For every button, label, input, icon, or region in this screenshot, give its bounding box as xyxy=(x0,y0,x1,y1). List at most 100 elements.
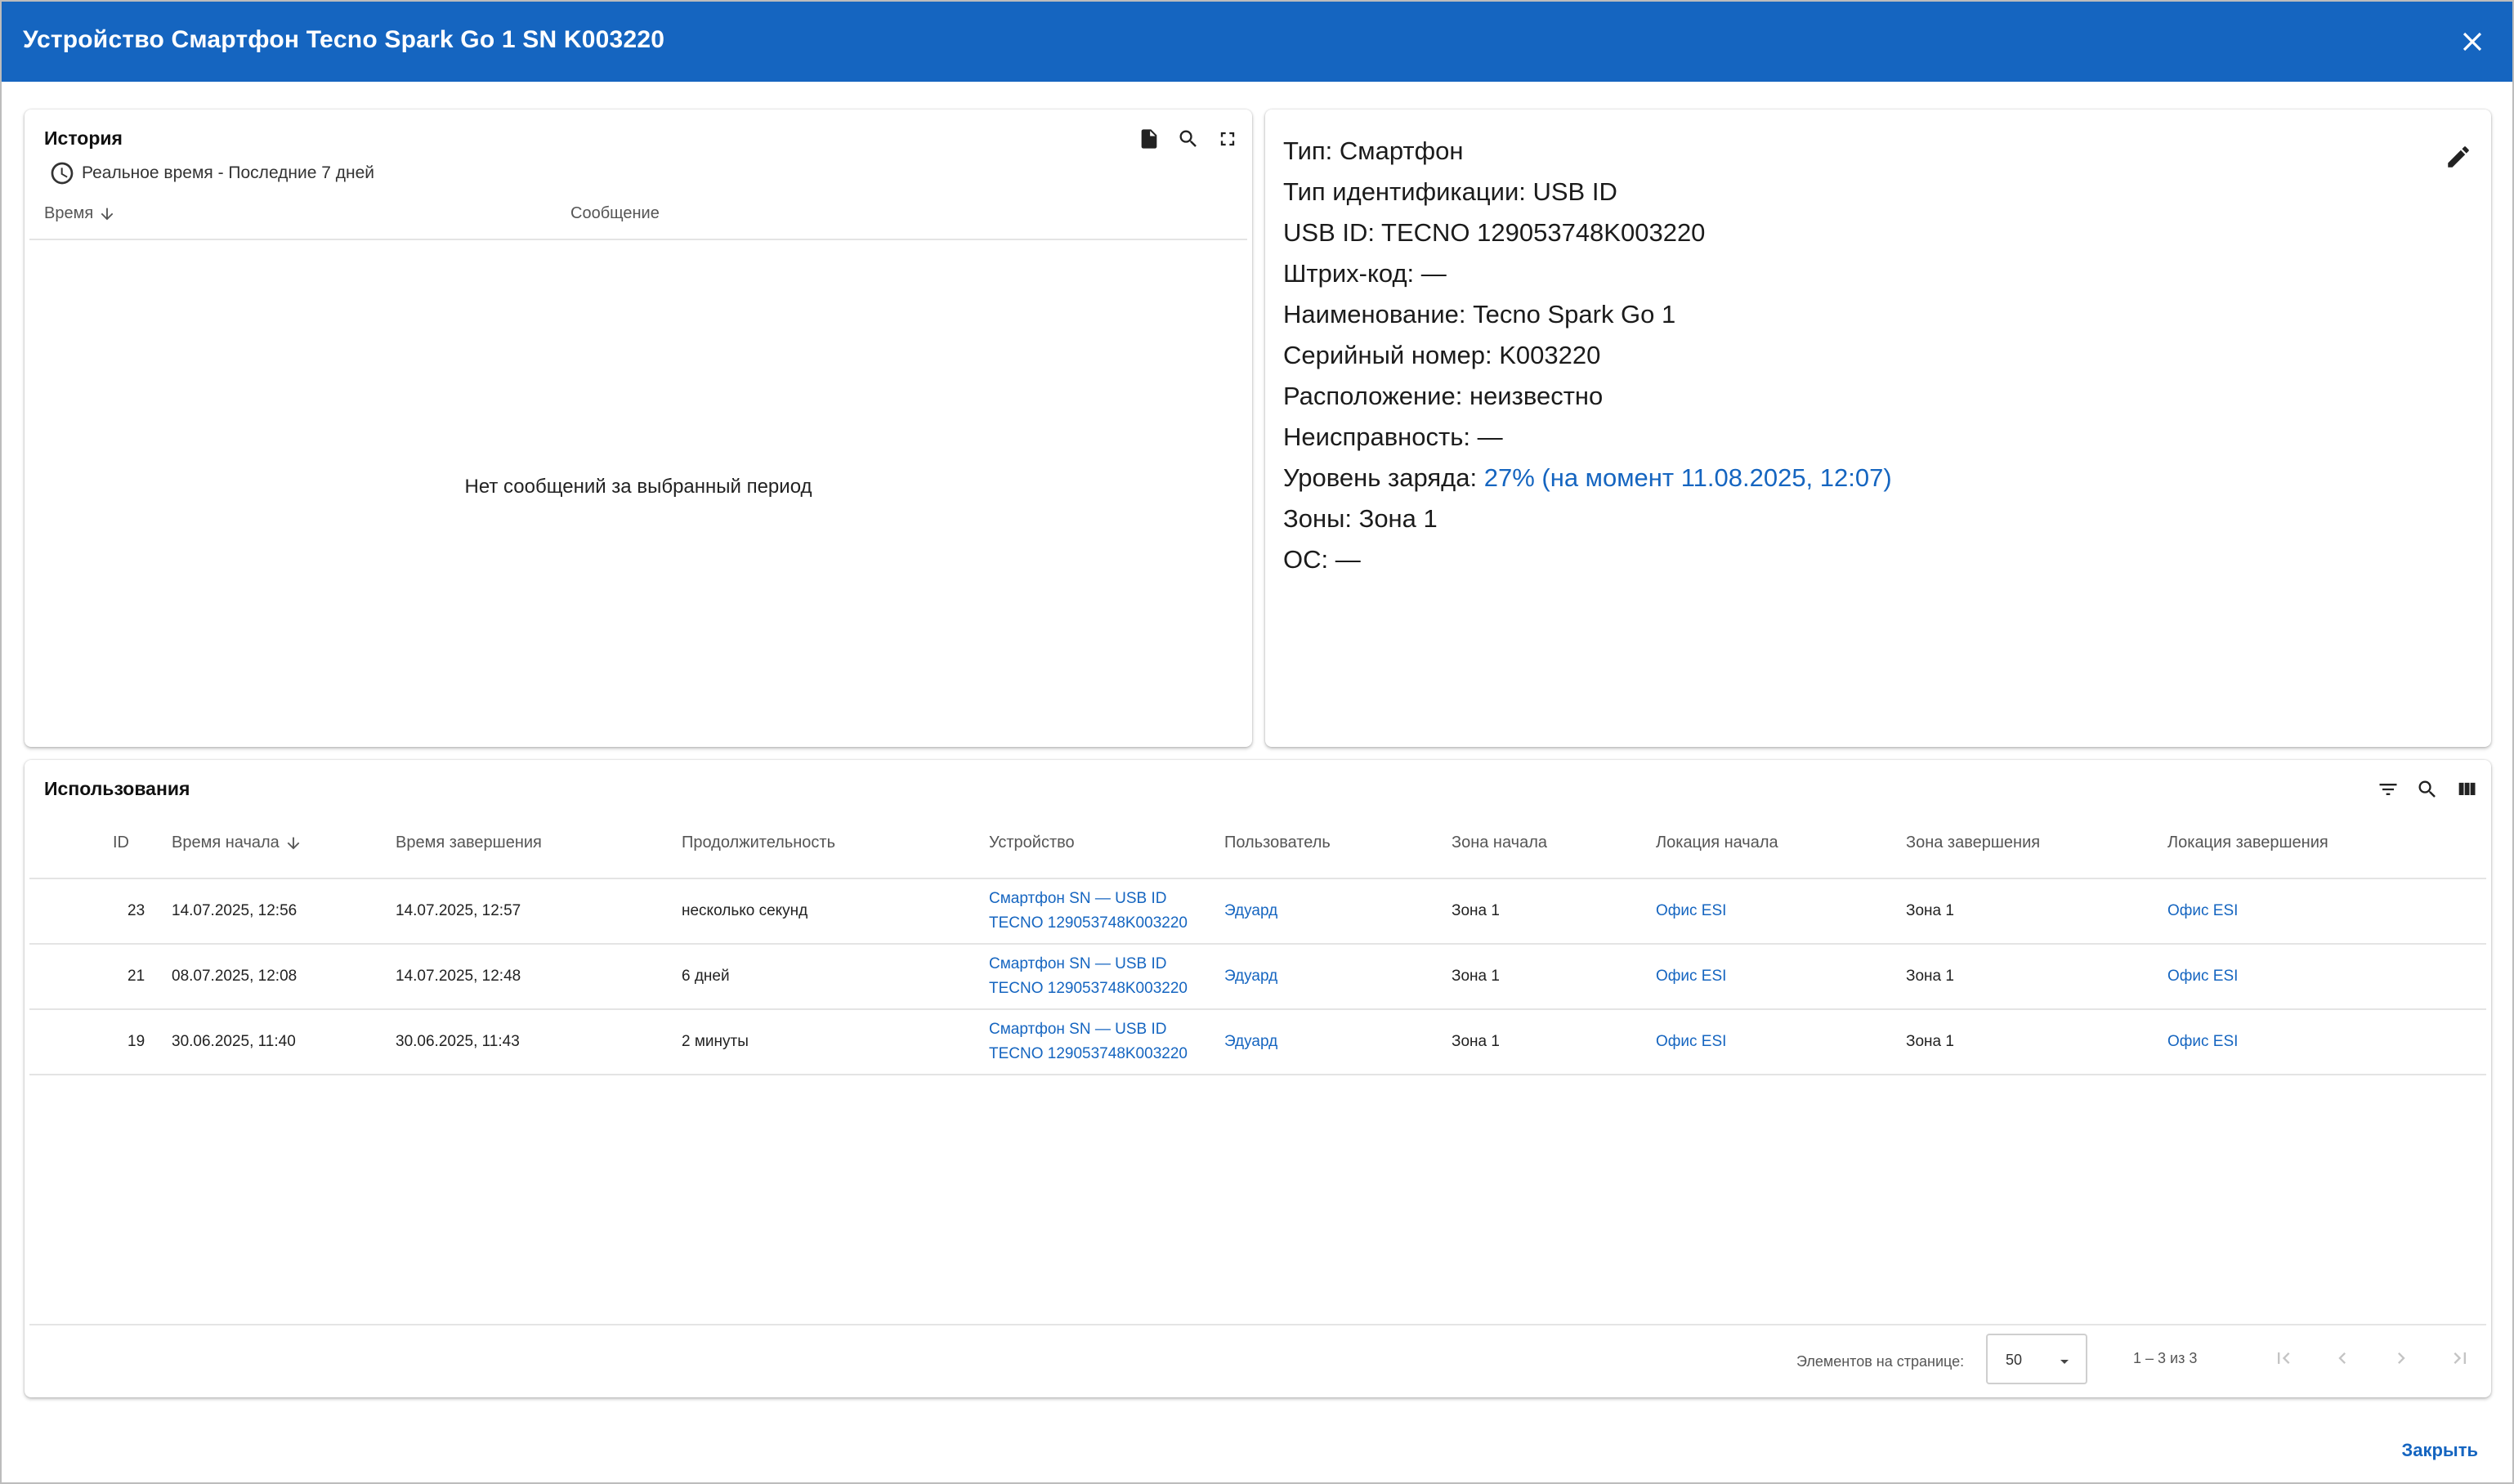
info-fault: Неисправность: — xyxy=(1283,422,1503,451)
cell-id: 23 xyxy=(127,902,145,919)
cell-id: 19 xyxy=(127,1033,145,1050)
usage-col-start-label: Время начала xyxy=(172,834,280,852)
history-period-label: Реальное время - Последние 7 дней xyxy=(82,163,375,182)
usage-col-zone-end[interactable]: Зона завершения xyxy=(1906,834,2040,852)
cell-duration: несколько секунд xyxy=(682,902,808,919)
info-battery: Уровень заряда: 27% (на момент 11.08.202… xyxy=(1283,458,1892,498)
history-card: История Реальное время - Последние 7 дне… xyxy=(25,110,1252,747)
device-info-card: Тип: Смартфон Тип идентификации: USB ID … xyxy=(1265,110,2491,747)
usage-col-location-start[interactable]: Локация начала xyxy=(1656,834,1778,852)
cell-user-link[interactable]: Эдуард xyxy=(1224,879,1277,943)
per-page-select[interactable]: 50 xyxy=(1986,1334,2087,1384)
info-zones: Зоны: Зона 1 xyxy=(1283,504,1438,533)
cell-location-start-link[interactable]: Офис ESI xyxy=(1656,879,1726,943)
usage-col-location-end-label: Локация завершения xyxy=(2167,834,2328,852)
first-page-icon[interactable] xyxy=(2269,1343,2298,1373)
usage-col-device[interactable]: Устройство xyxy=(989,834,1075,852)
cell-location-end-link[interactable]: Офис ESI xyxy=(2167,879,2238,943)
cell-device-link[interactable]: Смартфон SN — USB ID TECNO 129053748K003… xyxy=(989,945,1188,1008)
usage-col-zone-start[interactable]: Зона начала xyxy=(1452,834,1547,852)
cell-device-link[interactable]: Смартфон SN — USB ID TECNO 129053748K003… xyxy=(989,879,1188,943)
cell-device-line1: Смартфон SN — USB ID xyxy=(989,955,1167,972)
cell-zone-start: Зона 1 xyxy=(1452,968,1500,985)
edit-pencil-icon[interactable] xyxy=(2440,139,2476,175)
history-col-time[interactable]: Время xyxy=(44,204,116,223)
device-dialog: Устройство Смартфон Tecno Spark Go 1 SN … xyxy=(0,0,2514,1484)
cell-zone-start: Зона 1 xyxy=(1452,1033,1500,1050)
usage-col-duration[interactable]: Продолжительность xyxy=(682,834,835,852)
close-button[interactable]: Закрыть xyxy=(2401,1440,2478,1461)
cell-location-end-link[interactable]: Офис ESI xyxy=(2167,1010,2238,1074)
info-serial: Серийный номер: K003220 xyxy=(1283,341,1601,369)
close-icon[interactable] xyxy=(2457,26,2488,57)
usage-col-location-start-label: Локация начала xyxy=(1656,834,1778,852)
usage-title: Использования xyxy=(44,778,190,799)
cell-location-end-link[interactable]: Офис ESI xyxy=(2167,945,2238,1008)
dropdown-arrow-icon xyxy=(2060,1360,2069,1364)
info-id-type: Тип идентификации: USB ID xyxy=(1283,177,1617,206)
usage-col-duration-label: Продолжительность xyxy=(682,834,835,852)
usage-col-device-label: Устройство xyxy=(989,834,1075,852)
cell-zone-end: Зона 1 xyxy=(1906,902,1954,919)
cell-device-line2: TECNO 129053748K003220 xyxy=(989,980,1188,997)
next-page-icon[interactable] xyxy=(2387,1343,2416,1373)
divider xyxy=(29,1074,2486,1075)
cell-end: 14.07.2025, 12:48 xyxy=(396,968,521,985)
history-col-message[interactable]: Сообщение xyxy=(570,204,660,223)
previous-page-icon[interactable] xyxy=(2328,1343,2357,1373)
usage-col-location-end[interactable]: Локация завершения xyxy=(2167,834,2328,852)
export-document-icon[interactable] xyxy=(1134,124,1164,154)
cell-device-line1: Смартфон SN — USB ID xyxy=(989,1021,1167,1038)
per-page-value: 50 xyxy=(2006,1352,2023,1368)
usage-col-id[interactable]: ID xyxy=(113,834,129,852)
cell-location-start-link[interactable]: Офис ESI xyxy=(1656,1010,1726,1074)
page-range: 1 – 3 из 3 xyxy=(2133,1350,2198,1366)
usage-col-zone-start-label: Зона начала xyxy=(1452,834,1547,852)
info-usb-id: USB ID: TECNO 129053748K003220 xyxy=(1283,218,1706,247)
search-icon[interactable] xyxy=(2413,775,2442,804)
cell-duration: 6 дней xyxy=(682,968,730,985)
history-col-time-label: Время xyxy=(44,204,94,222)
cell-end: 30.06.2025, 11:43 xyxy=(396,1033,520,1050)
info-barcode: Штрих-код: — xyxy=(1283,259,1447,288)
pager-divider xyxy=(29,1324,2486,1325)
cell-device-line2: TECNO 129053748K003220 xyxy=(989,914,1188,932)
info-name: Наименование: Tecno Spark Go 1 xyxy=(1283,300,1676,329)
cell-location-start-link[interactable]: Офис ESI xyxy=(1656,945,1726,1008)
filter-icon[interactable] xyxy=(2373,775,2403,804)
search-icon[interactable] xyxy=(1174,124,1203,154)
usage-col-end[interactable]: Время завершения xyxy=(396,834,542,852)
cell-zone-end: Зона 1 xyxy=(1906,968,1954,985)
usage-col-user[interactable]: Пользователь xyxy=(1224,834,1331,852)
last-page-icon[interactable] xyxy=(2445,1343,2475,1373)
info-location: Расположение: неизвестно xyxy=(1283,382,1604,410)
columns-icon[interactable] xyxy=(2452,775,2481,804)
table-row[interactable]: 19 30.06.2025, 11:40 30.06.2025, 11:43 2… xyxy=(29,1010,2486,1074)
cell-start: 30.06.2025, 11:40 xyxy=(172,1033,296,1050)
history-empty-message: Нет сообщений за выбранный период xyxy=(464,476,812,498)
fullscreen-icon[interactable] xyxy=(1213,124,1242,154)
usage-col-id-label: ID xyxy=(113,834,129,852)
usage-col-zone-end-label: Зона завершения xyxy=(1906,834,2041,852)
cell-zone-end: Зона 1 xyxy=(1906,1033,1954,1050)
cell-user-link[interactable]: Эдуард xyxy=(1224,945,1277,1008)
usage-col-user-label: Пользователь xyxy=(1224,834,1331,852)
cell-start: 08.07.2025, 12:08 xyxy=(172,968,297,985)
usage-col-end-label: Время завершения xyxy=(396,834,542,852)
cell-device-link[interactable]: Смартфон SN — USB ID TECNO 129053748K003… xyxy=(989,1010,1188,1074)
clock-icon xyxy=(51,162,74,185)
history-period[interactable]: Реальное время - Последние 7 дней xyxy=(49,160,374,186)
usage-col-start[interactable]: Время начала xyxy=(172,834,302,852)
history-title: История xyxy=(44,127,123,149)
battery-level-link[interactable]: 27% (на момент 11.08.2025, 12:07) xyxy=(1484,463,1892,492)
sort-arrow-down-icon xyxy=(287,837,300,849)
history-col-message-label: Сообщение xyxy=(570,204,660,222)
cell-user-link[interactable]: Эдуард xyxy=(1224,1010,1277,1074)
cell-device-line2: TECNO 129053748K003220 xyxy=(989,1045,1188,1062)
divider xyxy=(29,239,1247,240)
per-page-label: Элементов на странице: xyxy=(1796,1353,1965,1370)
cell-duration: 2 минуты xyxy=(682,1033,749,1050)
table-row[interactable]: 23 14.07.2025, 12:56 14.07.2025, 12:57 н… xyxy=(29,879,2486,943)
table-row[interactable]: 21 08.07.2025, 12:08 14.07.2025, 12:48 6… xyxy=(29,945,2486,1008)
cell-end: 14.07.2025, 12:57 xyxy=(396,902,521,919)
